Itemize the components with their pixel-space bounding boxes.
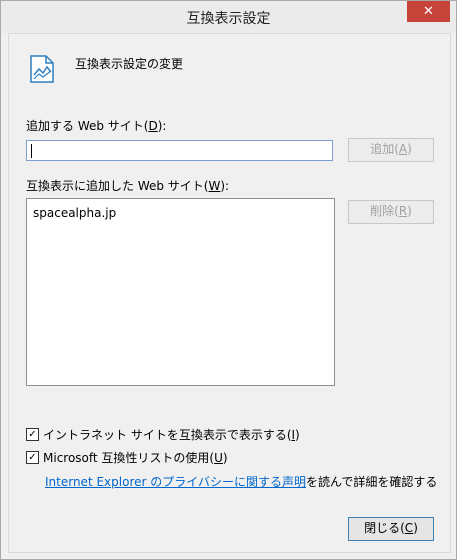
compat-list-option-label: Microsoft 互換性リストの使用(U) xyxy=(43,449,228,466)
title-bar: 互換表示設定 ✕ xyxy=(1,1,456,33)
added-sites-label-end: ): xyxy=(220,179,230,193)
close-button-end: ) xyxy=(413,521,418,535)
added-sites-list[interactable]: spacealpha.jp xyxy=(26,198,335,386)
website-input[interactable] xyxy=(26,140,333,161)
compat-list-checkbox[interactable]: ✓ xyxy=(26,451,39,464)
privacy-statement: Internet Explorer のプライバシーに関する声明を読んで詳細を確認… xyxy=(45,473,437,490)
add-button-text: 追加( xyxy=(370,142,399,156)
added-sites-label: 互換表示に追加した Web サイト(W): xyxy=(26,177,229,194)
intranet-checkbox[interactable]: ✓ xyxy=(26,428,39,441)
add-button[interactable]: 追加(A) xyxy=(348,138,434,162)
remove-button-key: R xyxy=(398,204,408,218)
dialog-content: 互換表示設定の変更 追加する Web サイト(D): 追加(A) 互換表示に追加… xyxy=(8,33,451,553)
close-window-button[interactable]: ✕ xyxy=(407,1,450,22)
intranet-option-text: イントラネット サイトを互換表示で表示する( xyxy=(43,428,292,442)
close-button-key: C xyxy=(404,521,414,535)
header-title: 互換表示設定の変更 xyxy=(75,57,184,71)
added-sites-label-text: 互換表示に追加した Web サイト( xyxy=(26,179,209,193)
remove-button[interactable]: 削除(R) xyxy=(348,200,434,224)
remove-button-end: ) xyxy=(407,204,412,218)
add-button-key: A xyxy=(398,142,408,156)
close-icon: ✕ xyxy=(423,4,434,19)
checkmark-icon: ✓ xyxy=(28,451,37,463)
list-item[interactable]: spacealpha.jp xyxy=(33,206,116,220)
checkmark-icon: ✓ xyxy=(28,428,37,440)
add-site-label-key: D xyxy=(148,119,158,133)
dialog-window: 互換表示設定 ✕ 互換表示設定の変更 追加する Web サイト(D): 追加(A… xyxy=(0,0,457,560)
add-site-label: 追加する Web サイト(D): xyxy=(26,117,166,134)
intranet-option-end: ) xyxy=(295,428,300,442)
add-site-label-text: 追加する Web サイト( xyxy=(26,119,149,133)
close-button[interactable]: 閉じる(C) xyxy=(348,517,434,541)
privacy-suffix: を読んで詳細を確認する xyxy=(306,475,438,489)
intranet-option[interactable]: ✓ イントラネット サイトを互換表示で表示する(I) xyxy=(26,426,300,443)
compatibility-view-icon xyxy=(30,55,54,83)
add-site-label-end: ): xyxy=(157,119,167,133)
text-caret xyxy=(31,144,32,158)
added-sites-label-key: W xyxy=(208,179,221,193)
compat-list-option-end: ) xyxy=(222,451,228,465)
compat-list-option[interactable]: ✓ Microsoft 互換性リストの使用(U) xyxy=(26,449,228,466)
window-title: 互換表示設定 xyxy=(186,11,271,27)
compat-list-option-key: U xyxy=(214,451,223,465)
add-button-end: ) xyxy=(407,142,412,156)
close-button-text: 閉じる( xyxy=(364,521,405,535)
remove-button-text: 削除( xyxy=(370,204,399,218)
compat-list-option-text: Microsoft 互換性リストの使用( xyxy=(43,451,215,465)
intranet-option-label: イントラネット サイトを互換表示で表示する(I) xyxy=(43,426,300,443)
privacy-link[interactable]: Internet Explorer のプライバシーに関する声明 xyxy=(45,475,306,489)
